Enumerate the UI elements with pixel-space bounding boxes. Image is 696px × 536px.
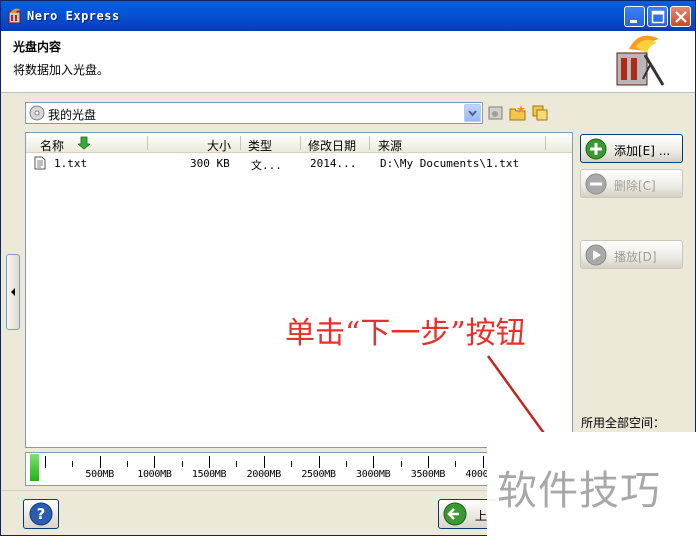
chevron-down-icon (468, 110, 477, 117)
watermark-text: 软件技巧 (497, 468, 661, 514)
disc-selector-value: 我的光盘 (48, 108, 97, 122)
capacity-tick-label: 1000MB (137, 469, 172, 480)
capacity-tick-label: 2500MB (301, 469, 336, 480)
column-separator[interactable] (545, 136, 546, 150)
file-name: 1.txt (54, 157, 88, 170)
minimize-icon (630, 20, 637, 23)
play-icon (585, 244, 607, 266)
text-file-icon (34, 156, 46, 170)
capacity-tick (263, 456, 265, 468)
page-header: 光盘内容 将数据加入光盘。 (1, 31, 695, 93)
column-header-type[interactable]: 类型 (248, 137, 272, 154)
back-arrow-icon (443, 502, 467, 526)
file-source: D:\My Documents\1.txt (380, 157, 520, 170)
table-row[interactable]: 1.txt 300 KB 文... 2014... D:\My Document… (26, 154, 572, 172)
capacity-tick (45, 456, 46, 468)
capacity-tick (400, 461, 402, 467)
column-separator[interactable] (300, 136, 301, 150)
help-button[interactable]: ? (23, 499, 59, 529)
space-used-label: 所用全部空间： (581, 416, 666, 430)
disc-icon (29, 105, 45, 121)
title-bar[interactable]: Nero Express (1, 1, 695, 31)
column-header-name[interactable]: 名称 (40, 137, 64, 154)
remove-icon (585, 173, 607, 195)
add-button[interactable]: 添加[E] ... (580, 134, 683, 163)
dropdown-arrow[interactable] (464, 104, 481, 122)
maximize-icon (651, 10, 665, 24)
capacity-tick (373, 456, 375, 468)
file-date: 2014... (310, 157, 357, 170)
column-separator[interactable] (147, 136, 148, 150)
capacity-used-fill (30, 454, 39, 481)
maximize-button[interactable] (647, 6, 668, 27)
add-icon (585, 138, 607, 160)
capacity-tick (427, 456, 429, 468)
action-panel: 添加[E] ... 删除[C] 播放[D] 所用全部空间： (575, 132, 695, 448)
capacity-tick-label: 3500MB (410, 469, 446, 480)
close-icon (675, 11, 687, 23)
column-header-size[interactable]: 大小 (207, 137, 231, 154)
capacity-tick-label: 1500MB (191, 469, 227, 480)
capacity-tick (72, 461, 74, 467)
column-separator[interactable] (240, 136, 241, 150)
capacity-tick (291, 461, 293, 467)
capacity-tick-label: 3000MB (356, 469, 391, 480)
minimize-button[interactable] (624, 6, 645, 27)
column-header-source[interactable]: 来源 (378, 137, 402, 154)
capacity-tick-label: 2000MB (246, 469, 282, 480)
delete-button[interactable]: 删除[C] (580, 169, 683, 198)
capacity-tick (209, 456, 211, 468)
nero-logo-icon (616, 35, 665, 86)
add-button-label: 添加[E] ... (614, 144, 671, 158)
column-header-date[interactable]: 修改日期 (308, 137, 356, 154)
capacity-tick (127, 461, 129, 467)
page-title: 光盘内容 (13, 40, 62, 54)
capacity-tick-label: 500MB (85, 469, 114, 480)
delete-button-label: 删除[C] (614, 179, 656, 193)
disc-properties-icon[interactable] (487, 104, 505, 122)
close-button[interactable] (670, 6, 691, 27)
help-icon: ? (29, 502, 53, 526)
play-button[interactable]: 播放[D] (580, 240, 683, 269)
annotation-arrow-line (486, 355, 548, 437)
copy-folder-icon[interactable] (531, 104, 549, 122)
capacity-tick (482, 456, 484, 468)
column-separator[interactable] (369, 136, 370, 150)
disc-selector[interactable]: 我的光盘 (25, 102, 483, 124)
capacity-tick (318, 456, 320, 468)
play-button-label: 播放[D] (614, 250, 657, 264)
capacity-tick (99, 456, 101, 468)
file-type: 文... (251, 159, 282, 172)
window-title: Nero Express (27, 9, 120, 23)
capacity-tick (181, 461, 183, 467)
collapse-panel-tab[interactable] (6, 254, 20, 330)
chevron-left-icon (11, 288, 15, 296)
file-list-header: 名称 大小 类型 修改日期 来源 (26, 133, 572, 153)
annotation-text: 单击“下一步”按钮 (285, 316, 526, 351)
new-folder-icon[interactable] (509, 104, 527, 122)
capacity-tick (154, 456, 156, 468)
capacity-tick (345, 461, 347, 467)
file-size: 300 KB (190, 157, 230, 170)
nero-flame-icon (8, 8, 21, 24)
capacity-tick (455, 461, 457, 467)
capacity-tick (236, 461, 238, 467)
svg-text:?: ? (37, 505, 46, 523)
page-subtitle: 将数据加入光盘。 (13, 63, 110, 77)
sort-arrow-icon (78, 136, 90, 150)
